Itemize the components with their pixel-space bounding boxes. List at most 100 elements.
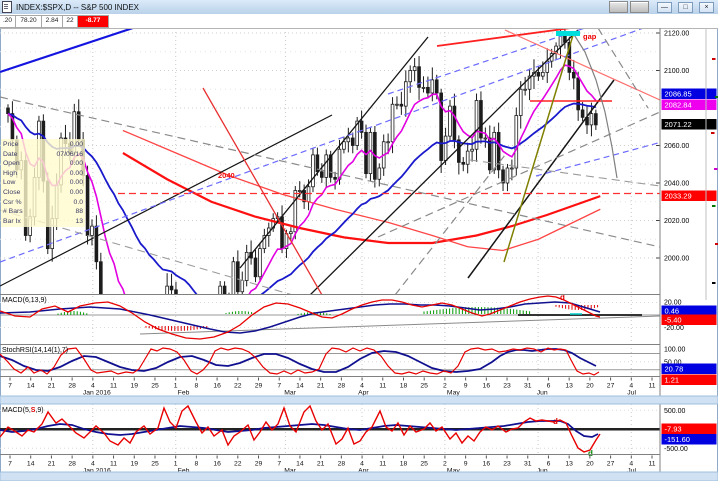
svg-text:7: 7 bbox=[277, 383, 281, 390]
macd2-panel bbox=[0, 406, 660, 452]
close-button[interactable]: × bbox=[699, 2, 714, 13]
window-frame-strip bbox=[0, 472, 718, 481]
stochrsi-panel bbox=[0, 348, 660, 375]
svg-text:11: 11 bbox=[379, 461, 386, 468]
svg-text:2100.00: 2100.00 bbox=[664, 68, 689, 75]
svg-text:100.00: 100.00 bbox=[664, 347, 686, 354]
svg-text:28: 28 bbox=[68, 461, 76, 468]
gray-dash-rise-a bbox=[378, 112, 660, 237]
svg-text:2000.00: 2000.00 bbox=[664, 256, 689, 263]
svg-text:29: 29 bbox=[255, 461, 263, 468]
svg-text:18: 18 bbox=[400, 461, 408, 468]
svg-text:Feb: Feb bbox=[178, 390, 190, 397]
svg-text:20: 20 bbox=[586, 383, 594, 390]
svg-text:25: 25 bbox=[420, 383, 428, 390]
blue-solid-left bbox=[0, 28, 136, 72]
svg-text:31: 31 bbox=[524, 383, 532, 390]
svg-text:20.78: 20.78 bbox=[665, 365, 684, 374]
stochrsi-label: StochRSI(14,14(1),7) bbox=[2, 347, 68, 354]
svg-text:14: 14 bbox=[296, 383, 304, 390]
svg-text:1: 1 bbox=[174, 383, 178, 390]
svg-text:14: 14 bbox=[27, 461, 35, 468]
price-info-row: Date07/06/16 bbox=[3, 150, 83, 160]
maximize-button[interactable]: □ bbox=[678, 2, 693, 13]
price-info-row: High0.00 bbox=[3, 169, 83, 179]
chart-window: INDEX:$SPX,D -- S&P 500 INDEX — □ × .20 7… bbox=[0, 0, 718, 481]
window-frame-strip bbox=[0, 396, 718, 404]
price-info-row: # Bars88 bbox=[3, 207, 83, 217]
svg-text:6: 6 bbox=[547, 383, 551, 390]
svg-text:0.46: 0.46 bbox=[665, 307, 680, 316]
price-info-row: Low0.00 bbox=[3, 178, 83, 188]
blue-dash-a bbox=[0, 28, 660, 262]
svg-text:16: 16 bbox=[213, 383, 221, 390]
svg-text:Jan 2016: Jan 2016 bbox=[83, 390, 111, 397]
info-cell-change: -8.77 bbox=[78, 15, 109, 28]
svg-text:13: 13 bbox=[565, 461, 573, 468]
window-title: INDEX:$SPX,D -- S&P 500 INDEX bbox=[16, 3, 139, 12]
macd2-label: MACD(5,S,9) bbox=[2, 407, 44, 414]
svg-text:4: 4 bbox=[629, 461, 633, 468]
svg-text:27: 27 bbox=[607, 461, 615, 468]
info-cell: 2.84 bbox=[42, 15, 63, 28]
svg-text:25: 25 bbox=[420, 461, 428, 468]
svg-text:2033.29: 2033.29 bbox=[665, 192, 692, 201]
svg-text:2: 2 bbox=[443, 461, 447, 468]
svg-text:2120.00: 2120.00 bbox=[664, 31, 689, 38]
title-bar[interactable]: INDEX:$SPX,D -- S&P 500 INDEX — □ × bbox=[0, 0, 718, 15]
info-cell: 22 bbox=[63, 15, 78, 28]
svg-text:13: 13 bbox=[565, 383, 573, 390]
info-cell: .20 bbox=[0, 15, 16, 28]
svg-text:9: 9 bbox=[464, 383, 468, 390]
svg-text:-7.93: -7.93 bbox=[665, 425, 682, 434]
svg-text:9: 9 bbox=[464, 461, 468, 468]
svg-text:21: 21 bbox=[317, 383, 325, 390]
svg-text:18: 18 bbox=[400, 383, 408, 390]
svg-text:28: 28 bbox=[68, 383, 76, 390]
gap-highlight bbox=[556, 31, 580, 36]
price-info-row: Open0.00 bbox=[3, 159, 83, 169]
svg-text:500.00: 500.00 bbox=[664, 408, 686, 415]
macd2-axis: 500.00-500.00-7.93-151.60 bbox=[662, 408, 717, 453]
svg-text:Jul: Jul bbox=[627, 390, 636, 397]
svg-text:23: 23 bbox=[503, 383, 511, 390]
svg-text:28: 28 bbox=[338, 383, 346, 390]
price-info-row: Bar Ix13 bbox=[3, 217, 83, 227]
svg-text:22: 22 bbox=[234, 461, 242, 468]
svg-text:2060.00: 2060.00 bbox=[664, 143, 689, 150]
black-channel-b bbox=[310, 30, 578, 295]
minimize-button[interactable]: — bbox=[657, 2, 672, 13]
svg-text:8: 8 bbox=[194, 461, 198, 468]
svg-text:7: 7 bbox=[8, 383, 12, 390]
svg-text:4: 4 bbox=[360, 383, 364, 390]
svg-text:11: 11 bbox=[110, 461, 117, 468]
svg-text:11: 11 bbox=[648, 461, 655, 468]
candlestick-series bbox=[7, 28, 598, 422]
svg-text:25: 25 bbox=[151, 461, 159, 468]
svg-text:22: 22 bbox=[234, 383, 242, 390]
svg-text:19: 19 bbox=[130, 461, 138, 468]
svg-text:2086.85: 2086.85 bbox=[665, 90, 692, 99]
svg-text:11: 11 bbox=[110, 383, 117, 390]
svg-text:-20.00: -20.00 bbox=[664, 325, 684, 332]
panel-separators bbox=[0, 28, 718, 481]
quote-info-row: .2078.202.8422-8.77 bbox=[0, 14, 718, 28]
stochrsi-axis: 100.0050.0020.781.21 bbox=[662, 347, 717, 386]
svg-text:27: 27 bbox=[607, 383, 615, 390]
svg-text:31: 31 bbox=[524, 461, 532, 468]
gray-dash-rise-b bbox=[395, 155, 505, 295]
svg-text:4: 4 bbox=[360, 461, 364, 468]
toolbar-button-1[interactable] bbox=[609, 1, 628, 13]
gray-dash-steep-right bbox=[598, 28, 648, 108]
svg-text:20: 20 bbox=[586, 461, 594, 468]
svg-text:25: 25 bbox=[151, 383, 159, 390]
svg-text:7: 7 bbox=[8, 461, 12, 468]
price-info-overlay: Price0.00Date07/06/16Open0.00High0.00Low… bbox=[1, 139, 85, 227]
svg-text:May: May bbox=[447, 390, 460, 397]
chart-canvas[interactable]: gap2040ddd2120.002100.002060.002040.0020… bbox=[0, 28, 718, 481]
black-rising-may bbox=[468, 80, 614, 278]
svg-text:14: 14 bbox=[27, 383, 35, 390]
svg-text:1.21: 1.21 bbox=[665, 376, 680, 385]
toolbar-button-2[interactable] bbox=[630, 1, 649, 13]
macd-panel bbox=[0, 296, 660, 339]
